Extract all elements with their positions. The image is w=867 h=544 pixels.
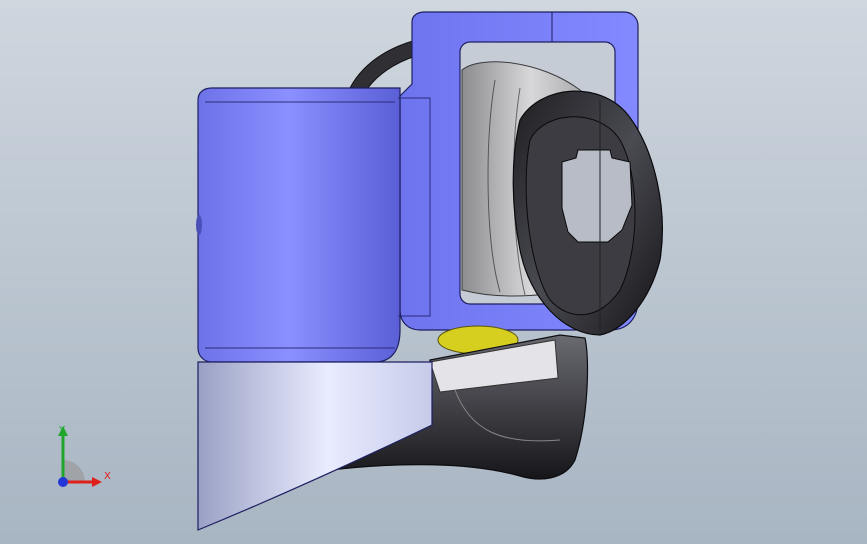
z-axis-dot (58, 477, 68, 487)
blue-housing (197, 87, 401, 363)
cad-viewport[interactable]: Y X (0, 0, 867, 544)
coordinate-triad[interactable]: Y X (48, 420, 118, 492)
y-axis-label: Y (58, 425, 66, 436)
3d-model-view[interactable] (0, 0, 867, 544)
x-axis-label: X (104, 471, 111, 482)
cap-keyhole (561, 149, 633, 243)
